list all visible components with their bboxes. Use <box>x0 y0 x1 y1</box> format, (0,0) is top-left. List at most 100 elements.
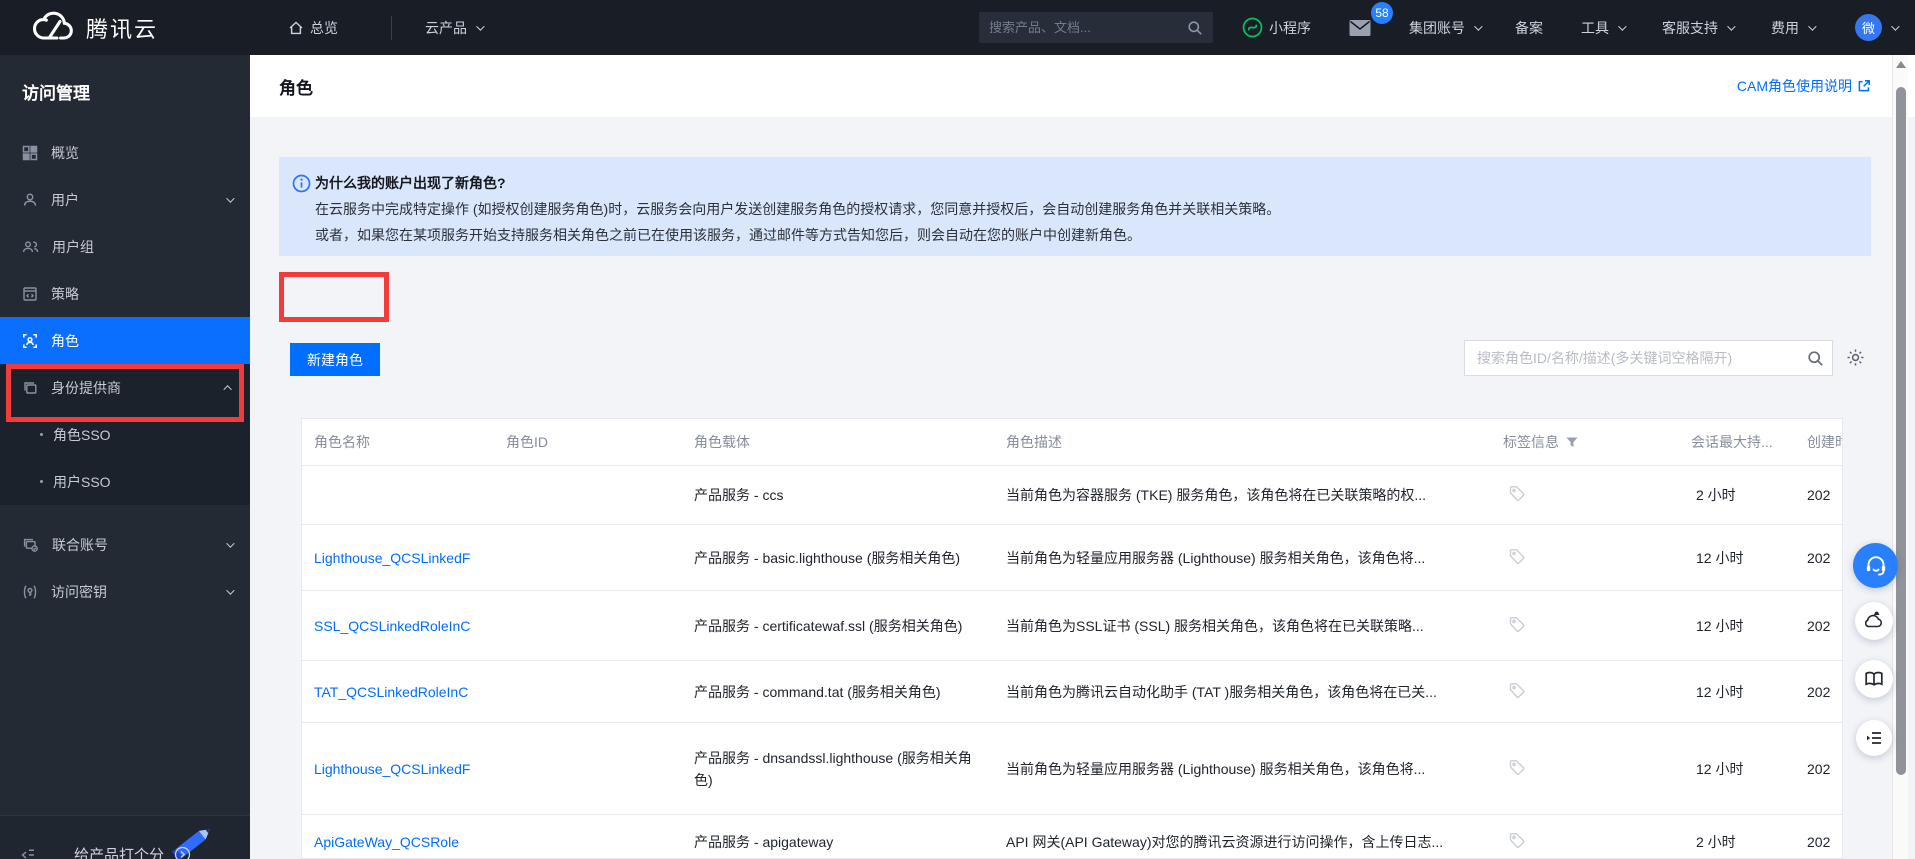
role-icon <box>22 333 38 349</box>
banner-line-2: 或者，如果您在某项服务开始支持服务相关角色之前已在使用该服务，通过邮件等方式告知… <box>315 227 1141 243</box>
role-name-link[interactable]: Lighthouse_QCSLinkedF <box>314 550 496 566</box>
gear-icon[interactable] <box>1846 348 1865 372</box>
sidebar-item-label: 身份提供商 <box>51 379 121 396</box>
sidebar-item-roles[interactable]: 角色 <box>0 317 250 364</box>
topbar-search-input[interactable] <box>989 20 1187 35</box>
mail-entry[interactable] <box>1348 0 1372 55</box>
sidebar-item-identity-providers[interactable]: 身份提供商 <box>0 364 250 411</box>
sidebar-item-label: 联合账号 <box>52 536 108 553</box>
role-search-box[interactable] <box>1464 340 1833 376</box>
sidebar-item-label: 用户组 <box>52 238 94 255</box>
nav-overview[interactable]: 总览 <box>288 0 338 55</box>
miniprogram-entry[interactable]: 小程序 <box>1242 0 1311 55</box>
topbar-search[interactable] <box>979 12 1213 43</box>
info-icon <box>292 174 311 193</box>
sidebar-item-access-keys[interactable]: 访问密钥 <box>0 568 250 615</box>
feedback-arrow-icon[interactable] <box>174 846 191 859</box>
session-duration: 12 小时 <box>1696 683 1744 700</box>
tag-icon[interactable] <box>1508 485 1526 506</box>
sidebar-item-users[interactable]: 用户 <box>0 176 250 223</box>
session-duration: 2 小时 <box>1696 834 1736 850</box>
role-carrier: 产品服务 - apigateway <box>694 834 834 850</box>
nav-products-label: 云产品 <box>425 19 467 36</box>
filter-icon[interactable] <box>1566 437 1578 448</box>
documentation-button[interactable] <box>1855 660 1893 698</box>
tencent-cloud-logo-icon <box>32 11 73 40</box>
role-description: 当前角色为腾讯云自动化助手 (TAT )服务相关角色，该角色将在已关... <box>1006 683 1437 700</box>
notifications-button[interactable] <box>1855 602 1893 640</box>
tag-icon[interactable] <box>1508 832 1526 853</box>
topbar-divider <box>391 16 392 40</box>
session-duration: 12 小时 <box>1696 617 1744 634</box>
role-name-link[interactable]: Lighthouse_QCSLinkedF <box>314 761 496 777</box>
feedback-list-button[interactable] <box>1856 720 1892 756</box>
created-time: 202 <box>1807 683 1831 700</box>
role-description: 当前角色为SSL证书 (SSL) 服务相关角色，该角色将在已关联策略... <box>1006 617 1424 634</box>
collapse-sidebar-icon[interactable] <box>20 847 36 859</box>
sidebar-item-label: 用户SSO <box>53 473 111 490</box>
tag-icon[interactable] <box>1508 681 1526 702</box>
menu-beian[interactable]: 备案 <box>1515 0 1543 55</box>
menu-tools[interactable]: 工具 <box>1581 0 1627 55</box>
role-name-link[interactable]: TAT_QCSLinkedRoleInC <box>314 684 496 700</box>
table-row: Lighthouse_QCSLinkedF 产品服务 - dnsandssl.l… <box>302 723 1842 815</box>
menu-support[interactable]: 客服支持 <box>1662 0 1736 55</box>
chevron-down-icon <box>226 585 235 595</box>
search-icon[interactable] <box>1798 350 1832 367</box>
page-title: 角色 <box>279 78 313 98</box>
rate-product-label[interactable]: 给产品打个分 <box>74 844 164 859</box>
sidebar-item-label: 访问密钥 <box>51 583 107 600</box>
create-role-button[interactable]: 新建角色 <box>290 343 380 376</box>
column-header-role-carrier: 角色载体 <box>694 434 750 450</box>
role-carrier: 产品服务 - basic.lighthouse (服务相关角色) <box>694 549 961 566</box>
sidebar-item-user-sso[interactable]: 用户SSO <box>0 458 250 505</box>
column-header-role-desc: 角色描述 <box>1006 434 1062 450</box>
role-description: 当前角色为轻量应用服务器 (Lighthouse) 服务相关角色，该角色将... <box>1006 549 1426 566</box>
chevron-down-icon <box>1808 21 1817 31</box>
beian-label: 备案 <box>1515 19 1543 36</box>
cam-role-doc-link[interactable]: CAM角色使用说明 <box>1737 76 1871 96</box>
scrollbar-thumb[interactable] <box>1896 87 1906 775</box>
user-menu[interactable]: 微 <box>1855 0 1900 55</box>
tag-icon[interactable] <box>1508 547 1526 568</box>
avatar[interactable]: 微 <box>1855 14 1882 41</box>
chevron-down-icon <box>226 538 235 548</box>
role-search-input[interactable] <box>1465 350 1798 366</box>
table-row: ApiGateWay_QCSRole 产品服务 - apigateway API… <box>302 815 1842 858</box>
role-carrier: 产品服务 - command.tat (服务相关角色) <box>694 683 941 700</box>
sidebar-item-overview[interactable]: 概览 <box>0 129 250 176</box>
sidebar-item-policies[interactable]: 策略 <box>0 270 250 317</box>
info-banner: 为什么我的账户出现了新角色? 在云服务中完成特定操作 (如授权创建服务角色)时，… <box>279 157 1871 256</box>
tencent-cloud-logo[interactable]: 腾讯云 <box>30 10 158 46</box>
app-root: 腾讯云 总览 云产品 小程序 <box>0 0 1915 859</box>
customer-service-button[interactable] <box>1853 543 1898 588</box>
created-time: 202 <box>1807 834 1831 850</box>
page-scrollbar[interactable] <box>1892 55 1908 859</box>
tag-icon[interactable] <box>1508 615 1526 636</box>
scrollbar-up-arrow[interactable] <box>1896 61 1906 68</box>
chevron-up-icon <box>223 384 232 394</box>
column-header-tags[interactable]: 标签信息 <box>1503 432 1578 452</box>
federated-account-icon <box>22 537 39 553</box>
column-header-role-name: 角色名称 <box>314 434 370 450</box>
menu-group-account[interactable]: 集团账号 <box>1409 0 1483 55</box>
banner-line-1: 在云服务中完成特定操作 (如授权创建服务角色)时，云服务会向用户发送创建服务角色… <box>315 201 1281 217</box>
table-header-row: 角色名称 角色ID 角色载体 角色描述 标签信息 会话最大持... 创建时间 <box>302 419 1842 466</box>
menu-billing[interactable]: 费用 <box>1771 0 1817 55</box>
sidebar-item-federated-accounts[interactable]: 联合账号 <box>0 521 250 568</box>
role-name-link[interactable]: SSL_QCSLinkedRoleInC <box>314 618 496 634</box>
sidebar-item-label: 角色 <box>51 332 79 349</box>
sidebar-item-role-sso[interactable]: 角色SSO <box>0 411 250 458</box>
sidebar-item-label: 角色SSO <box>53 426 111 443</box>
role-name-link[interactable]: ApiGateWay_QCSRole <box>314 834 496 850</box>
column-header-session-duration: 会话最大持... <box>1691 434 1773 450</box>
search-icon[interactable] <box>1187 20 1203 36</box>
nav-cloud-products[interactable]: 云产品 <box>425 0 485 55</box>
users-icon <box>22 239 39 255</box>
idp-icon <box>22 380 38 396</box>
column-header-role-id: 角色ID <box>506 434 548 450</box>
table-row: 产品服务 - ccs 当前角色为容器服务 (TKE) 服务角色，该角色将在已关联… <box>302 466 1842 525</box>
tag-icon[interactable] <box>1508 758 1526 779</box>
sidebar-item-user-groups[interactable]: 用户组 <box>0 223 250 270</box>
session-duration: 12 小时 <box>1696 549 1744 566</box>
